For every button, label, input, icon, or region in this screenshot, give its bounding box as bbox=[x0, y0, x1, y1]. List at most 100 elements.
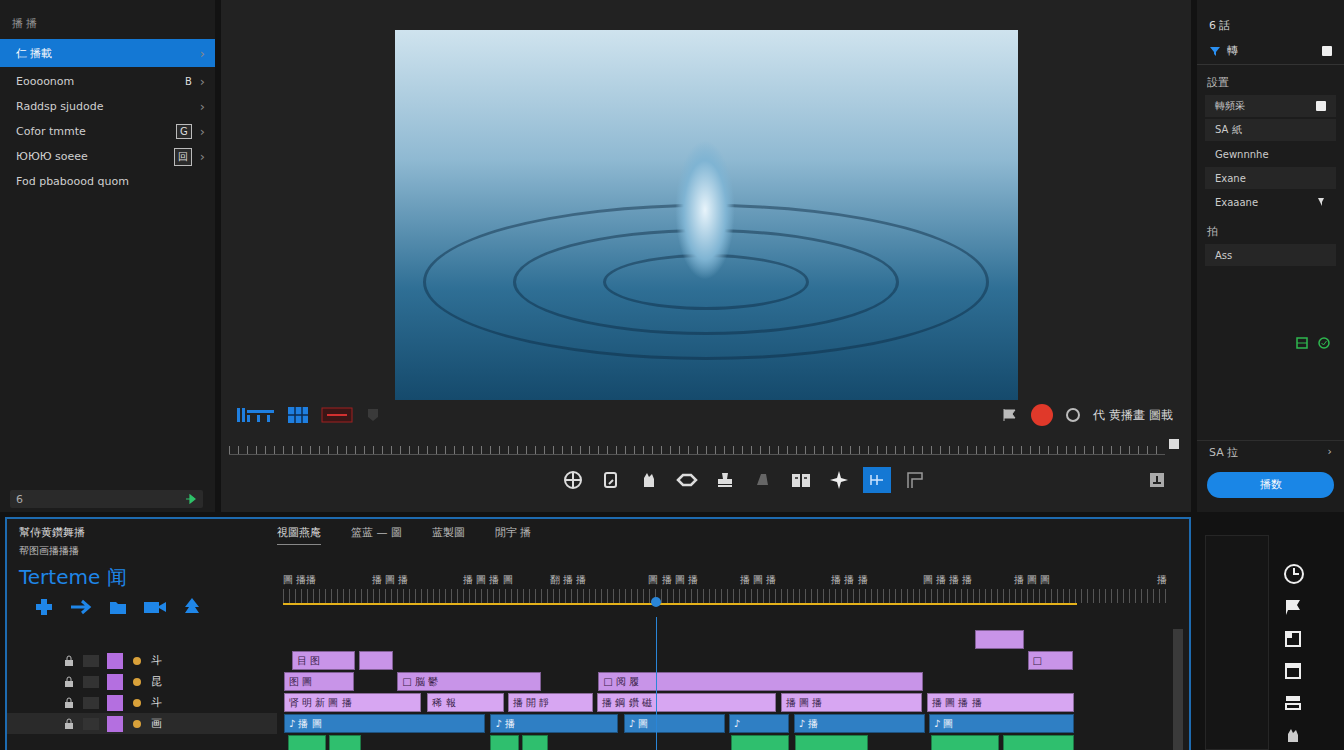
folder-icon[interactable] bbox=[109, 598, 127, 616]
menu-item[interactable]: Fod pbaboood quom bbox=[0, 169, 215, 194]
lock-icon[interactable] bbox=[63, 655, 75, 667]
clip[interactable] bbox=[288, 735, 325, 750]
visibility-box[interactable] bbox=[83, 655, 99, 667]
lock-icon[interactable] bbox=[63, 676, 75, 688]
clock-icon[interactable] bbox=[1283, 563, 1305, 585]
tool-button[interactable] bbox=[635, 467, 663, 493]
property-row[interactable]: Exane bbox=[1205, 167, 1336, 189]
clip[interactable] bbox=[359, 651, 394, 670]
clip[interactable]: 目 图 bbox=[292, 651, 355, 670]
clip[interactable]: 播 圖 播 播 bbox=[927, 693, 1074, 712]
tool-button[interactable] bbox=[749, 467, 777, 493]
clip[interactable] bbox=[490, 735, 518, 750]
primary-button[interactable]: 播数 bbox=[1207, 472, 1334, 498]
clip[interactable]: ♪ 圖 bbox=[929, 714, 1074, 733]
camera-icon[interactable] bbox=[143, 598, 167, 616]
solo-icon[interactable] bbox=[131, 697, 143, 709]
lock-icon[interactable] bbox=[63, 718, 75, 730]
clip[interactable]: □ bbox=[1028, 651, 1074, 670]
toggle-box[interactable] bbox=[1322, 46, 1332, 56]
clip[interactable]: 播 圖 播 bbox=[781, 693, 922, 712]
marker-icon[interactable] bbox=[365, 407, 381, 423]
footer-row[interactable]: SA 拉› bbox=[1197, 440, 1344, 464]
timeline-tab[interactable]: 篮蓝 — 圖 bbox=[351, 525, 402, 545]
visibility-box[interactable] bbox=[83, 676, 99, 688]
clip[interactable]: 稀 報 bbox=[427, 693, 504, 712]
menu-item[interactable]: Cofor tmmte G › bbox=[0, 119, 215, 144]
solo-icon[interactable] bbox=[131, 676, 143, 688]
search-field[interactable]: 6 bbox=[10, 490, 203, 508]
playhead[interactable] bbox=[656, 617, 657, 750]
scrollbar[interactable] bbox=[1173, 629, 1183, 750]
crop-icon[interactable] bbox=[1283, 629, 1303, 649]
clip[interactable] bbox=[731, 735, 789, 750]
tool-button[interactable] bbox=[673, 467, 701, 493]
clip[interactable] bbox=[522, 735, 547, 750]
tool-button[interactable] bbox=[787, 467, 815, 493]
timeline-tab[interactable]: 閒宇 播 bbox=[495, 525, 532, 545]
checkbox[interactable] bbox=[1316, 101, 1326, 111]
clip[interactable]: □ 脳 鬱 bbox=[397, 672, 541, 691]
export-button[interactable] bbox=[1147, 472, 1167, 488]
clip[interactable] bbox=[795, 735, 868, 750]
clip[interactable]: 播 鋼 鑽 磁 bbox=[597, 693, 776, 712]
window-icon[interactable] bbox=[1283, 661, 1303, 681]
flag-icon[interactable] bbox=[1001, 407, 1019, 423]
clip[interactable]: 播 開 靜 bbox=[508, 693, 594, 712]
track-header[interactable]: 画 bbox=[7, 713, 277, 734]
flag-icon[interactable] bbox=[1283, 597, 1303, 617]
tree-icon[interactable] bbox=[183, 597, 201, 617]
waveform-icon[interactable] bbox=[237, 406, 275, 424]
clip[interactable]: □ 阅 履 bbox=[598, 672, 923, 691]
clip[interactable] bbox=[931, 735, 999, 750]
clip[interactable]: ♪ 播 bbox=[794, 714, 925, 733]
track-header[interactable]: 昆 bbox=[7, 671, 277, 692]
time-ruler[interactable]: 圖 播播播 圖 播播 圖 播 圖翻 播 播圖 播 圖 播播 圖 播播 播 播圖 … bbox=[277, 545, 1167, 607]
tool-button[interactable] bbox=[901, 467, 929, 493]
clip[interactable] bbox=[1003, 735, 1074, 750]
property-row[interactable]: 轉頻采 bbox=[1205, 95, 1336, 117]
property-row[interactable]: Exaaane bbox=[1205, 191, 1336, 213]
solo-icon[interactable] bbox=[131, 718, 143, 730]
go-arrow-icon[interactable] bbox=[185, 494, 197, 504]
visibility-box[interactable] bbox=[83, 718, 99, 730]
menu-item[interactable]: Eoooonom B › bbox=[0, 69, 215, 94]
arrow-icon[interactable] bbox=[69, 598, 93, 616]
visibility-box[interactable] bbox=[83, 697, 99, 709]
value-field[interactable]: Ass bbox=[1205, 244, 1336, 266]
tool-button[interactable] bbox=[711, 467, 739, 493]
tool-button[interactable] bbox=[863, 467, 891, 493]
clip[interactable] bbox=[329, 735, 362, 750]
record-box-icon[interactable] bbox=[321, 406, 353, 424]
clip[interactable]: 肾 明 新 圖 播 bbox=[284, 693, 421, 712]
timeline-tab[interactable]: 蓝製圖 bbox=[432, 525, 465, 545]
clip[interactable]: ♪ 圖 bbox=[624, 714, 725, 733]
plus-icon[interactable] bbox=[35, 598, 53, 616]
track-header[interactable] bbox=[7, 629, 277, 650]
track-header[interactable] bbox=[7, 734, 277, 750]
menu-item[interactable]: ЮЮЮ soeee 回 › bbox=[0, 144, 215, 169]
grid-icon[interactable] bbox=[287, 406, 309, 424]
tool-button[interactable] bbox=[825, 467, 853, 493]
clip[interactable]: ♪ bbox=[729, 714, 789, 733]
clip[interactable]: ♪ 播 bbox=[490, 714, 618, 733]
timeline-tab[interactable]: 視圖燕庵 bbox=[277, 525, 321, 545]
tool-button[interactable] bbox=[597, 467, 625, 493]
property-row[interactable]: SA 紙 bbox=[1205, 119, 1336, 141]
layers-icon[interactable] bbox=[1283, 693, 1303, 713]
clip[interactable]: 图 圖 bbox=[284, 672, 354, 691]
clip[interactable]: ♪ 播 圖 bbox=[284, 714, 485, 733]
scrub-end-icon[interactable] bbox=[1169, 439, 1179, 449]
clip[interactable] bbox=[975, 630, 1024, 649]
loop-icon[interactable] bbox=[1065, 407, 1081, 423]
menu-item[interactable]: Raddsp sjudode › bbox=[0, 94, 215, 119]
hand-icon[interactable] bbox=[1283, 725, 1303, 745]
playhead-handle[interactable] bbox=[651, 597, 661, 607]
track-header[interactable]: 斗 bbox=[7, 692, 277, 713]
track-header[interactable]: 斗 bbox=[7, 650, 277, 671]
work-area-bar[interactable] bbox=[283, 603, 1077, 605]
solo-icon[interactable] bbox=[131, 655, 143, 667]
property-row[interactable]: Gewnnnhe bbox=[1205, 143, 1336, 165]
tool-button[interactable] bbox=[559, 467, 587, 493]
scrub-ruler[interactable] bbox=[229, 432, 1165, 455]
